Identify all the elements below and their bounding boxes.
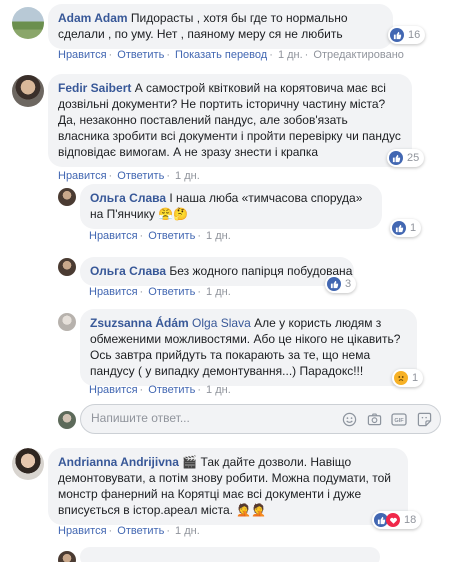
reply-bubble: Ольга Слава І наша люба «тимчасова спору… [80,184,382,229]
avatar[interactable] [58,313,76,331]
comment-time[interactable]: 1 дн. [175,525,200,537]
sticker-icon[interactable] [416,411,432,427]
comment-author[interactable]: Adam Adam [58,11,128,25]
translate-link[interactable]: Показать перевод [175,49,267,61]
reply-link[interactable]: Ответить [148,384,195,396]
reply-link[interactable]: Ответить [117,525,164,537]
reaction-count[interactable]: 1 [392,369,424,387]
reaction-count-value: 1 [412,372,419,384]
comment-actions: Нравится · Ответить · Показать перевод · 1 … [58,49,404,61]
like-icon [327,277,341,291]
reply-box[interactable]: GIF [80,404,441,434]
reaction-count-value: 25 [407,152,420,164]
camera-icon[interactable] [366,411,382,427]
reaction-count-value: 16 [408,29,421,41]
comment-author[interactable]: Fedir Saibert [58,81,131,95]
heart-icon [386,513,400,527]
reply-link[interactable]: Ответить [148,286,195,298]
like-link[interactable]: Нравится [58,170,107,182]
like-link[interactable]: Нравится [58,525,107,537]
edited-label[interactable]: Отредактировано [313,49,404,61]
sad-icon [394,371,408,385]
comment-actions: Нравится · Ответить · 1 дн. [89,230,231,242]
comment-actions: Нравится · Ответить · 1 дн. [89,384,231,396]
reaction-count-value: 18 [404,514,417,526]
like-link[interactable]: Нравится [89,286,138,298]
avatar[interactable] [58,258,76,276]
comment-time[interactable]: 1 дн. [278,49,303,61]
comment-author[interactable]: Ольга Слава [90,264,166,278]
reaction-count[interactable]: 16 [388,26,426,44]
like-icon [392,221,406,235]
like-link[interactable]: Нравится [89,384,138,396]
reaction-count[interactable]: 25 [387,149,425,167]
reply-link[interactable]: Ответить [148,230,195,242]
comment-author[interactable]: Andrianna Andrijivna [58,455,179,469]
reaction-count[interactable]: 3 [325,275,357,293]
reaction-count-value: 3 [345,278,352,290]
comment-time[interactable]: 1 дн. [206,230,231,242]
like-link[interactable]: Нравится [58,49,107,61]
comment-time[interactable]: 1 дн. [206,384,231,396]
reply-tools: GIF [341,411,432,427]
reply-bubble: Ольга Слава Без жодного папірця побудова… [80,257,354,286]
reaction-count-value: 1 [410,222,417,234]
reply-bubble [80,547,380,562]
emoji-icon[interactable] [341,411,357,427]
gif-icon[interactable]: GIF [391,411,407,427]
comment-bubble: Andrianna Andrijivna 🎬 Так дайте дозволи… [48,448,408,525]
like-link[interactable]: Нравится [89,230,138,242]
avatar[interactable] [12,448,44,480]
comment-time[interactable]: 1 дн. [206,286,231,298]
comment-actions: Нравится · Ответить · 1 дн. [58,170,200,182]
comment-time[interactable]: 1 дн. [175,170,200,182]
comment-actions: Нравится · Ответить · 1 дн. [58,525,200,537]
comment-actions: Нравится · Ответить · 1 дн. [89,286,231,298]
comment-author[interactable]: Zsuzsanna Ádám [90,316,189,330]
comment-bubble: Fedir Saibert А самострой квітковий на к… [48,74,412,167]
reply-input[interactable] [91,411,311,425]
reply-bubble: Zsuzsanna Ádám Olga Slava Але у користь … [80,309,417,386]
reply-link[interactable]: Ответить [117,49,164,61]
comment-author[interactable]: Ольга Слава [90,191,166,205]
reaction-count[interactable]: 1 [390,219,422,237]
like-icon [389,151,403,165]
avatar[interactable] [58,551,76,562]
mention-link[interactable]: Olga Slava [192,316,251,330]
avatar[interactable] [58,188,76,206]
reaction-count[interactable]: 18 [372,511,422,529]
comment-text: Без жодного папірця побудована [169,264,353,278]
avatar[interactable] [12,75,44,107]
like-icon [390,28,404,42]
comment-bubble: Adam Adam Пидорасты , хотя бы где то нор… [48,4,393,49]
svg-text:GIF: GIF [394,418,404,424]
reply-link[interactable]: Ответить [117,170,164,182]
current-user-avatar [58,411,76,429]
avatar[interactable] [12,7,44,39]
